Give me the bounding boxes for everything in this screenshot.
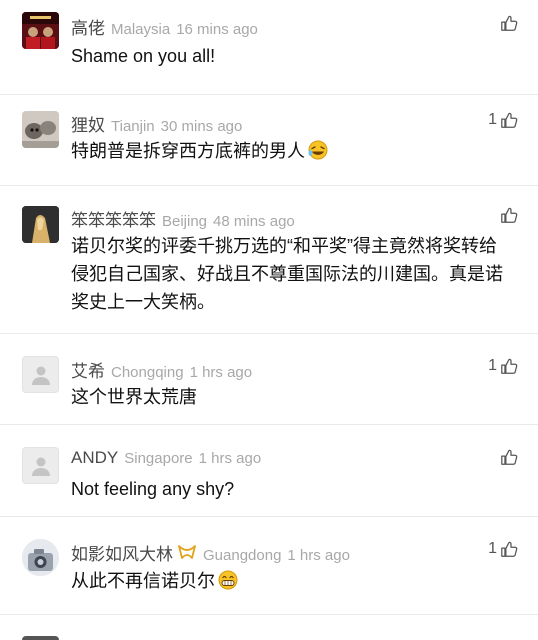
avatar-image [22, 206, 59, 243]
comment-header: 狸奴 Tianjin 30 mins ago [71, 111, 242, 136]
like-button[interactable]: 1 [488, 111, 518, 129]
comment-item: 狸奴 Tianjin 30 mins ago 1 特朗普是拆穿西方底裤的男人 [0, 95, 538, 186]
comment-location: Beijing [162, 213, 208, 230]
avatar[interactable] [22, 447, 59, 484]
like-count: 1 [488, 540, 497, 557]
comment-time: 1 hrs ago [189, 364, 253, 381]
comment-item: 高佬 Malaysia 16 mins ago Shame on you all… [0, 0, 538, 95]
comment-text: 这个世界太荒唐 [71, 387, 197, 407]
comment-location: Singapore [124, 450, 193, 467]
comment-text: 从此不再信诺贝尔 [71, 567, 504, 595]
username[interactable]: 如影如风大林 [71, 540, 173, 565]
avatar-image [22, 539, 59, 576]
comment-text-content: 特朗普是拆穿西方底裤的男人 [71, 141, 305, 161]
comment-header: 高佬 Malaysia 16 mins ago [71, 14, 258, 39]
comment-location: Tianjin [111, 118, 155, 135]
comment-time: 16 mins ago [176, 21, 258, 38]
comment-time: 30 mins ago [160, 118, 243, 135]
username[interactable]: ANDY [71, 448, 118, 468]
thumbs-up-icon [501, 541, 518, 557]
comment-header: 如影如风大林 Guangdong 1 hrs ago [71, 540, 350, 565]
avatar[interactable] [22, 12, 59, 49]
person-icon [31, 457, 50, 476]
avatar[interactable] [22, 111, 59, 148]
comment-location: Malaysia [111, 21, 171, 38]
comment-header: ANDY Singapore 1 hrs ago [71, 448, 261, 468]
ribbon-badge-icon [178, 545, 196, 559]
next-comment-avatar-partial [22, 636, 59, 640]
avatar-image [22, 12, 59, 49]
comment-text: 诺贝尔奖的评委千挑万选的“和平奖”得主竟然将奖转给侵犯自己国家、好战且不尊重国际… [71, 236, 503, 312]
comment-text: Not feeling any shy? [71, 479, 235, 499]
thumbs-up-icon [501, 207, 518, 223]
comment-text: Shame on you all! [71, 46, 216, 66]
comment-header: 艾希 Chongqing 1 hrs ago [71, 357, 252, 382]
like-button[interactable] [497, 448, 518, 466]
comment-time: 1 hrs ago [287, 547, 350, 564]
username[interactable]: 艾希 [71, 357, 105, 382]
thumbs-up-icon [501, 15, 518, 31]
like-button[interactable] [497, 14, 518, 32]
like-button[interactable]: 1 [488, 540, 518, 558]
comment-text-content: 从此不再信诺贝尔 [71, 571, 215, 591]
username[interactable]: 高佬 [71, 14, 105, 39]
comment-item: 艾希 Chongqing 1 hrs ago 1 这个世界太荒唐 [0, 334, 538, 425]
comment-item: 如影如风大林 Guangdong 1 hrs ago 1 从此不再信诺贝尔 [0, 517, 538, 615]
comment-item: ANDY Singapore 1 hrs ago Not feeling any… [0, 425, 538, 517]
avatar[interactable] [22, 356, 59, 393]
like-count: 1 [488, 111, 497, 128]
like-count: 1 [488, 357, 497, 374]
grinning-emoji-icon [218, 570, 238, 590]
avatar-image [22, 111, 59, 148]
comment-location: Chongqing [111, 364, 184, 381]
comment-list: 高佬 Malaysia 16 mins ago Shame on you all… [0, 0, 538, 640]
comment-time: 1 hrs ago [198, 450, 262, 467]
comment-header: 笨笨笨笨笨 Beijing 48 mins ago [71, 206, 295, 231]
comment-text: 特朗普是拆穿西方底裤的男人 [71, 137, 504, 165]
comment-time: 48 mins ago [213, 213, 295, 230]
like-button[interactable]: 1 [488, 357, 518, 375]
avatar[interactable] [22, 539, 59, 576]
comment-item: 笨笨笨笨笨 Beijing 48 mins ago 诺贝尔奖的评委千挑万选的“和… [0, 186, 538, 334]
thumbs-up-icon [501, 112, 518, 128]
avatar[interactable] [22, 206, 59, 243]
laughing-emoji-icon [308, 140, 328, 160]
comment-location: Guangdong [203, 547, 282, 564]
like-button[interactable] [497, 206, 518, 224]
thumbs-up-icon [501, 358, 518, 374]
thumbs-up-icon [501, 449, 518, 465]
username[interactable]: 笨笨笨笨笨 [71, 206, 156, 231]
username[interactable]: 狸奴 [71, 111, 105, 136]
person-icon [31, 366, 50, 385]
